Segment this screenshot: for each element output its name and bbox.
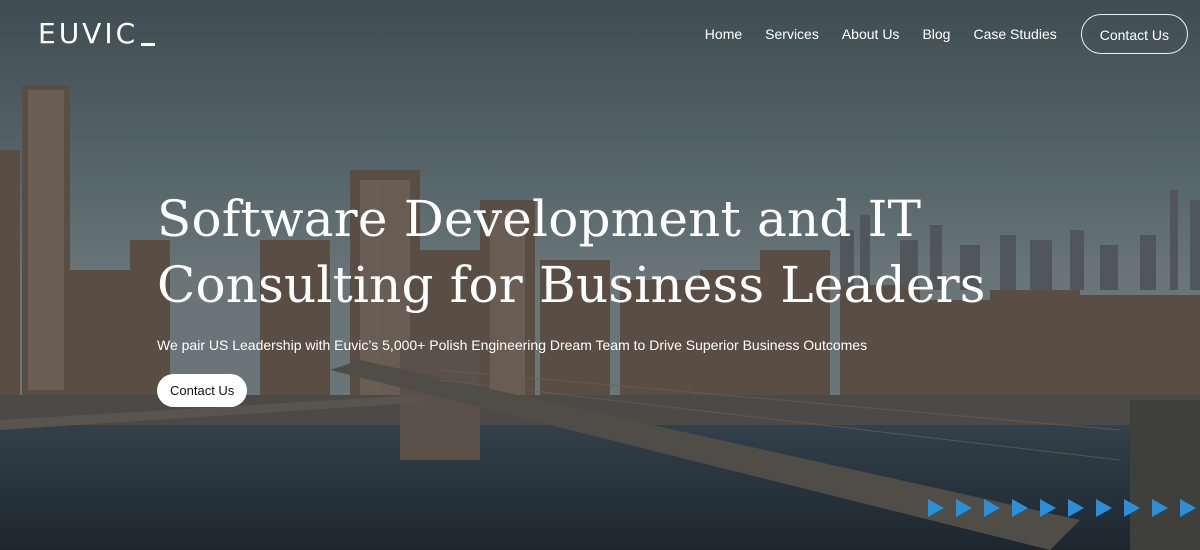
logo-text: EUVIC <box>38 17 139 50</box>
decorative-arrows <box>928 499 1200 517</box>
main-nav: Home Services About Us Blog Case Studies… <box>705 13 1188 55</box>
hero-headline-line-2: Consulting for Business Leaders <box>157 256 986 314</box>
logo[interactable]: EUVIC <box>38 17 156 50</box>
arrow-right-icon <box>928 499 944 517</box>
hero-headline: Software Development and IT Consulting f… <box>157 186 1037 318</box>
hero-headline-line-1: Software Development and IT <box>157 190 922 248</box>
logo-cursor-mark <box>141 43 156 46</box>
nav-home[interactable]: Home <box>705 13 742 55</box>
nav-case-studies[interactable]: Case Studies <box>973 13 1056 55</box>
arrow-right-icon <box>1152 499 1168 517</box>
nav-services[interactable]: Services <box>765 13 819 55</box>
arrow-right-icon <box>1096 499 1112 517</box>
arrow-right-icon <box>1068 499 1084 517</box>
arrow-right-icon <box>1180 499 1196 517</box>
arrow-right-icon <box>1012 499 1028 517</box>
arrow-right-icon <box>1124 499 1140 517</box>
nav-about-us[interactable]: About Us <box>842 13 900 55</box>
arrow-right-icon <box>984 499 1000 517</box>
nav-blog[interactable]: Blog <box>922 13 950 55</box>
arrow-right-icon <box>956 499 972 517</box>
nav-contact-button[interactable]: Contact Us <box>1080 14 1188 54</box>
hero-subtitle: We pair US Leadership with Euvic’s 5,000… <box>157 337 868 353</box>
arrow-right-icon <box>1040 499 1056 517</box>
hero-contact-button[interactable]: Contact Us <box>157 374 248 407</box>
